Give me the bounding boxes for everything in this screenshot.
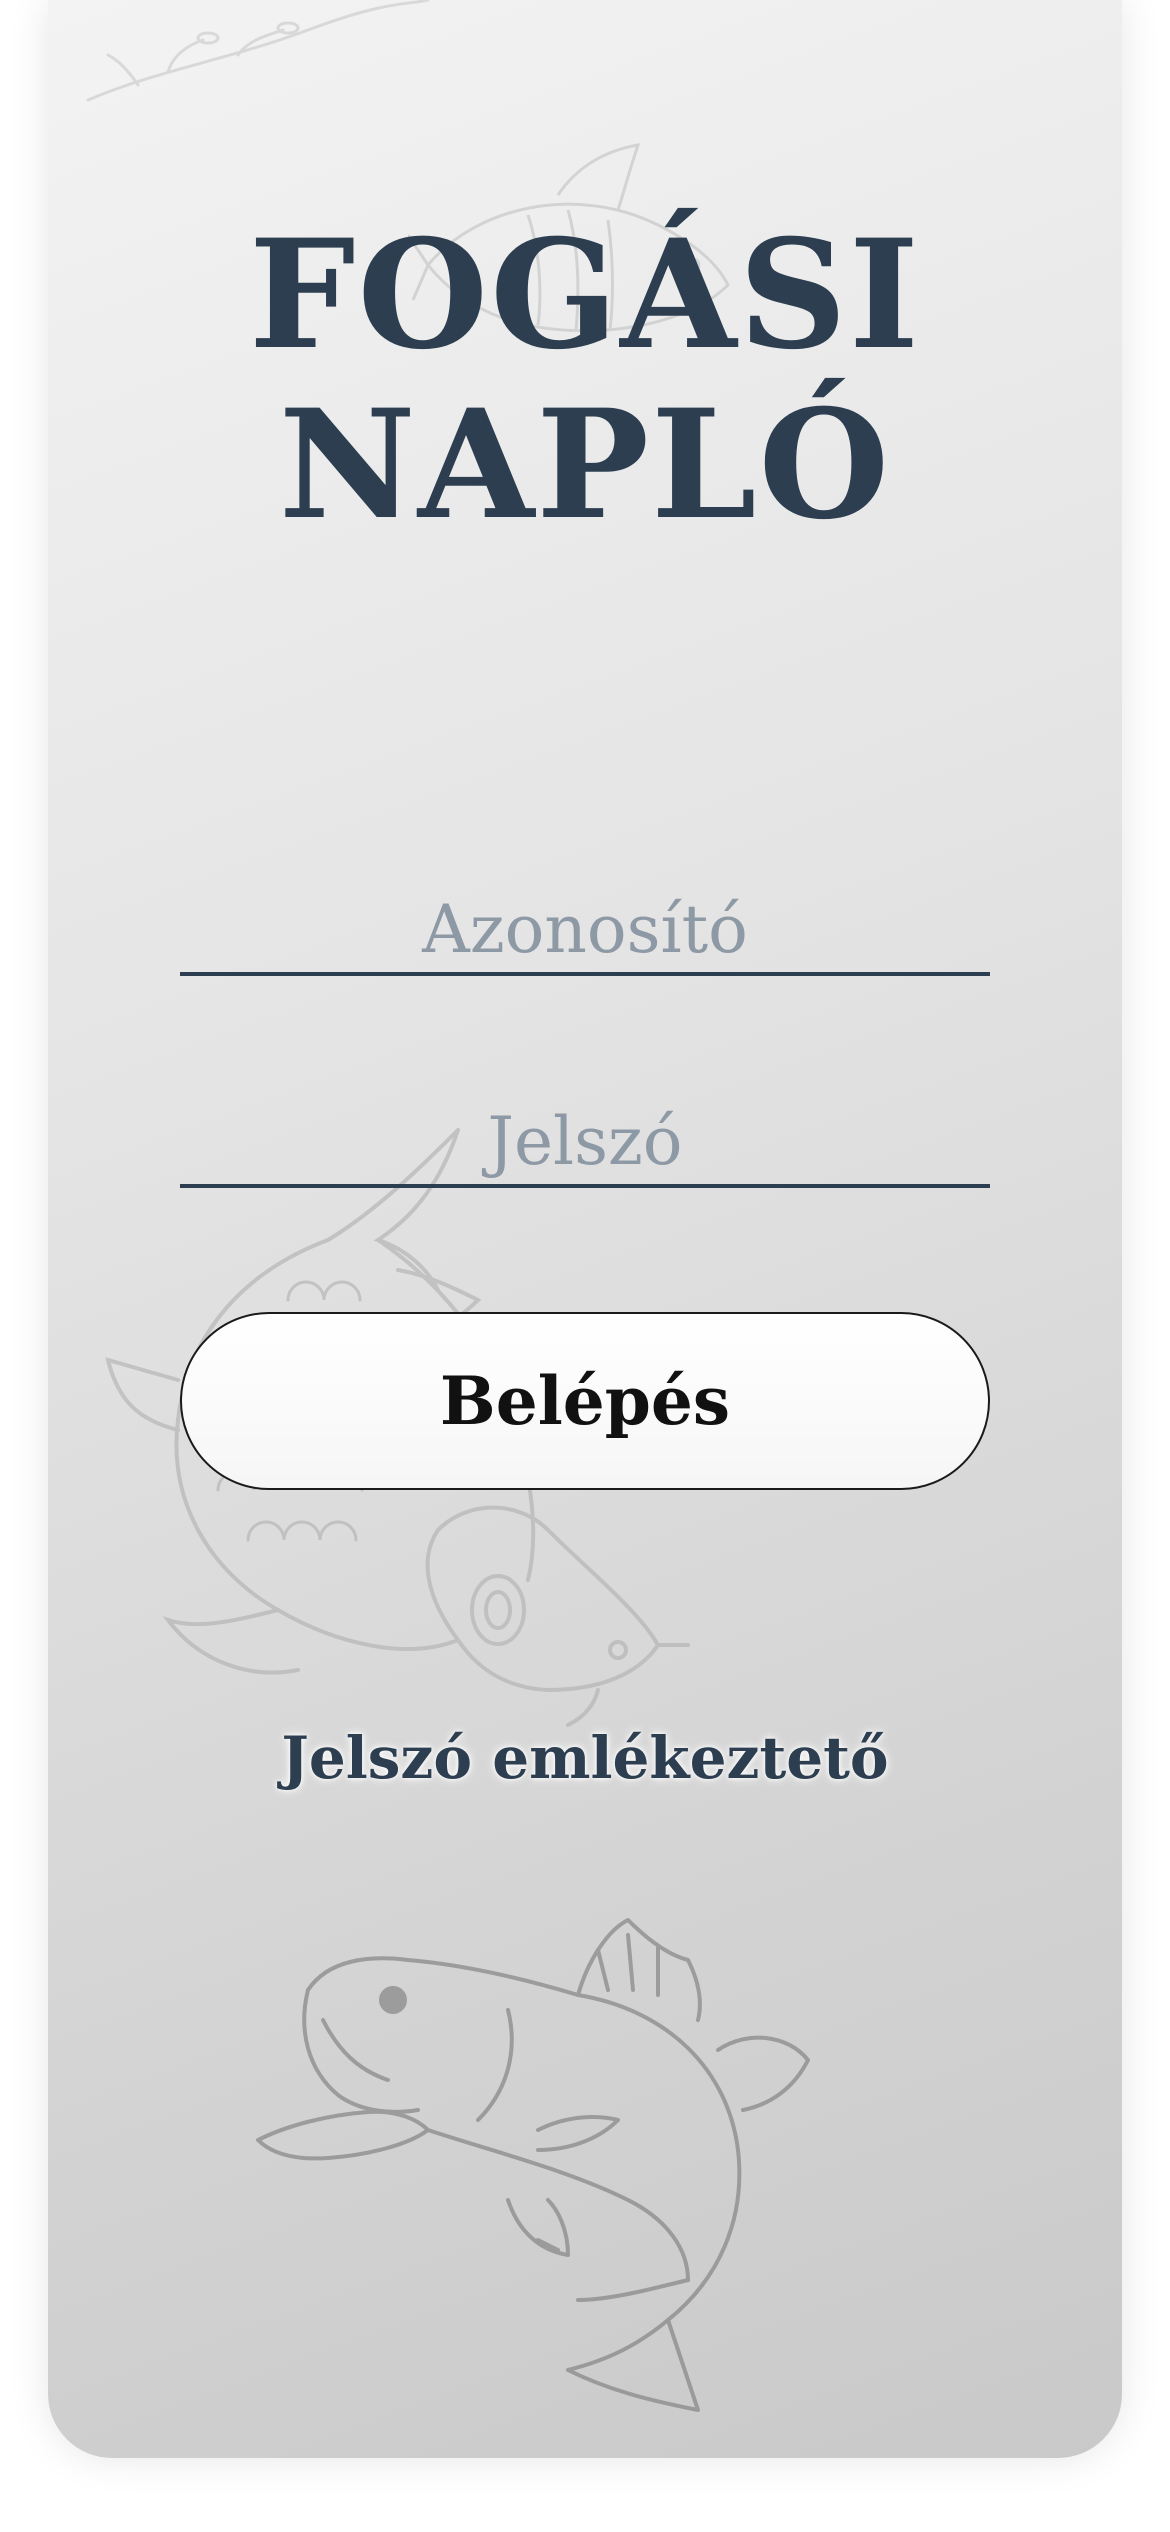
app-title-line1: FOGÁSI [248, 207, 922, 383]
password-reminder-link[interactable]: Jelszó emlékeztető [48, 1724, 1122, 1792]
login-button[interactable]: Belépés [180, 1312, 990, 1490]
app-title-line2: NAPLÓ [278, 377, 892, 553]
username-input[interactable] [180, 886, 990, 976]
password-input[interactable] [180, 1098, 990, 1188]
branch-sketch-icon [86, 0, 430, 102]
bass-sketch-icon [256, 1918, 810, 2412]
login-screen: FOGÁSI NAPLÓ Belépés Jelszó emlékeztető [48, 0, 1122, 2458]
